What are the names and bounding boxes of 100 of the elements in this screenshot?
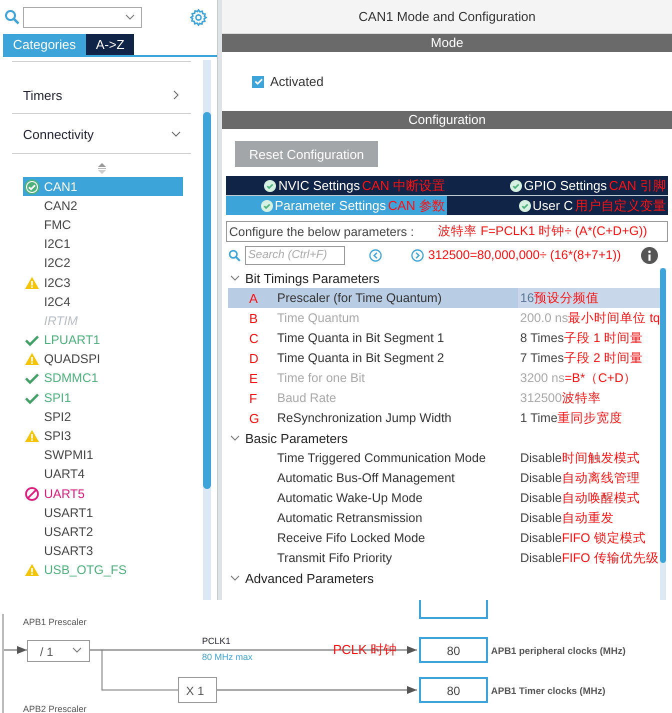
chevron-icon[interactable] [230, 573, 240, 583]
chevron-icon[interactable] [171, 90, 182, 100]
parameter-value[interactable]: Disable [518, 471, 562, 485]
annotation-text: 自动重发 [562, 510, 614, 526]
settings-icon[interactable] [190, 8, 208, 26]
category-header[interactable]: Timers [12, 61, 192, 114]
check-circle-icon [24, 178, 40, 195]
signal-label: PCLK1 [202, 636, 231, 646]
next-icon[interactable] [411, 248, 424, 262]
parameter-value[interactable]: Disable [518, 511, 562, 525]
output-label: APB1 Timer clocks (MHz) [491, 686, 606, 697]
peripheral-item[interactable]: USART1 [23, 503, 183, 522]
parameter-name: Automatic Retransmission [277, 511, 424, 525]
annotation-text: 自动唤醒模式 [562, 490, 640, 506]
category-header[interactable]: Connectivity [12, 115, 192, 154]
parameter-name: Transmit Fifo Priority [277, 551, 393, 565]
peripheral-item[interactable]: FMC [23, 215, 183, 235]
annotation-text: CAN 中断设置 [362, 176, 446, 194]
check-circle-icon [264, 180, 276, 192]
parameter-value[interactable]: Disable [518, 531, 562, 545]
value-box [419, 600, 488, 619]
peripheral-item[interactable]: SPI2 [23, 407, 183, 426]
chevron-icon[interactable] [230, 273, 240, 283]
peripheral-item[interactable]: CAN2 [23, 196, 183, 216]
section-header: Mode [222, 34, 672, 52]
clock-value-field[interactable]: 80 [419, 677, 488, 703]
scrollbar[interactable] [203, 60, 212, 600]
checkbox[interactable] [252, 76, 264, 88]
annotation-text: 子段 1 时间量 [564, 330, 643, 346]
parameter-value[interactable]: 8 Times [518, 331, 564, 345]
parameter-row[interactable]: C Time Quanta in Bit Segment 1 8 Times子段 1 时间量 [228, 328, 660, 348]
peripheral-item[interactable]: I2C1 [23, 234, 183, 254]
parameter-name: Automatic Bus-Off Management [277, 471, 456, 485]
chevron-icon[interactable] [230, 433, 240, 443]
annotation-text: 312500=80,000,000÷ (16*(8+7+1)) [428, 248, 621, 262]
parameter-value[interactable]: Disable [518, 551, 562, 565]
parameter-row[interactable]: D Time Quanta in Bit Segment 2 7 Times子段 2 时间量 [228, 348, 660, 368]
peripheral-item[interactable]: UART4 [23, 464, 183, 484]
block-label: APB1 Prescaler [23, 617, 87, 627]
peripheral-item[interactable]: USART2 [23, 522, 183, 542]
peripheral-item[interactable]: SWPMI1 [23, 446, 183, 465]
category-tab[interactable]: A->Z [86, 34, 134, 55]
annotation-letter: B [249, 310, 258, 326]
group-header[interactable]: Basic Parameters [226, 428, 660, 448]
parameter-value[interactable]: 1 Time [518, 411, 558, 425]
prescaler-dropdown[interactable]: / 1 [27, 640, 90, 662]
block-label: APB2 Prescaler [23, 704, 87, 713]
annotation-text: CAN 引脚 [608, 176, 666, 194]
chevron-down-icon[interactable] [125, 14, 135, 20]
annotation-text: 最小时间单位 tq [568, 310, 660, 326]
annotation-letter: C [249, 330, 259, 346]
parameter-value[interactable]: Disable [518, 491, 562, 505]
blocked-icon [24, 486, 40, 502]
parameter-row[interactable]: Time Triggered Communication Mode Disable时间触发模式 [228, 448, 660, 468]
parameter-row[interactable]: A Prescaler (for Time Quantum) 16预设分频值 [228, 288, 660, 308]
section-header: Configuration [222, 111, 672, 129]
parameter-row[interactable]: Automatic Retransmission Disable自动重发 [228, 508, 660, 528]
signal-limit: 80 MHz max [202, 652, 253, 662]
search-field[interactable]: Search (Ctrl+F) [245, 246, 346, 264]
settings-tab[interactable]: User C 用户自定义变量 [447, 196, 668, 215]
parameter-value[interactable]: 7 Times [518, 351, 564, 365]
search-icon [228, 248, 242, 262]
peripheral-item[interactable]: UART5 [23, 484, 183, 504]
peripheral-item[interactable]: SPI3 [23, 426, 183, 446]
info-icon[interactable] [641, 246, 658, 264]
parameter-row[interactable]: Transmit Fifo Priority DisableFIFO 传输优先级 [228, 548, 660, 568]
parameter-row[interactable]: Receive Fifo Locked Mode DisableFIFO 锁定模式 [228, 528, 660, 548]
annotation-text: 子段 2 时间量 [564, 350, 643, 366]
annotation-text: FIFO 锁定模式 [562, 530, 646, 546]
search-icon[interactable] [4, 9, 20, 25]
parameter-name: Automatic Wake-Up Mode [277, 491, 424, 505]
warning-icon [24, 562, 40, 578]
settings-tab[interactable]: GPIO Settings CAN 引脚 [447, 176, 668, 195]
parameter-name: ReSynchronization Jump Width [277, 411, 453, 425]
annotation-text: 时间触发模式 [562, 450, 640, 466]
clock-value-field[interactable]: 80 [419, 637, 488, 663]
annotation-letter: E [249, 370, 258, 386]
parameter-row[interactable]: Automatic Wake-Up Mode Disable自动唤醒模式 [228, 488, 660, 508]
peripheral-item[interactable]: QUADSPI [23, 350, 183, 369]
parameter-row[interactable]: G ReSynchronization Jump Width 1 Time重同步宽度 [228, 408, 660, 428]
annotation-text: 波特率 [562, 390, 601, 406]
annotation-letter: G [249, 410, 260, 426]
parameter-value[interactable]: Disable [518, 451, 562, 465]
group-header[interactable]: Bit Timings Parameters [226, 268, 660, 288]
search-combo-field[interactable] [23, 6, 142, 28]
sort-icon[interactable] [98, 163, 106, 174]
previous-icon[interactable] [369, 248, 382, 262]
peripheral-item[interactable]: USART3 [23, 542, 183, 561]
warning-icon [24, 351, 40, 368]
chevron-icon[interactable] [171, 129, 182, 139]
parameter-row[interactable]: Automatic Bus-Off Management Disable自动离线管理 [228, 468, 660, 488]
peripheral-item[interactable]: I2C2 [23, 254, 183, 273]
scrollbar[interactable] [660, 268, 666, 600]
peripheral-item[interactable]: I2C3 [23, 272, 183, 292]
annotation-text: 重同步宽度 [558, 410, 623, 426]
group-header[interactable]: Advanced Parameters [226, 568, 660, 588]
settings-tab[interactable]: NVIC Settings CAN 中断设置 [226, 176, 448, 195]
parameter-name: Time Quanta in Bit Segment 1 [277, 331, 446, 345]
warning-icon [24, 274, 40, 291]
peripheral-item[interactable]: I2C4 [23, 292, 183, 312]
